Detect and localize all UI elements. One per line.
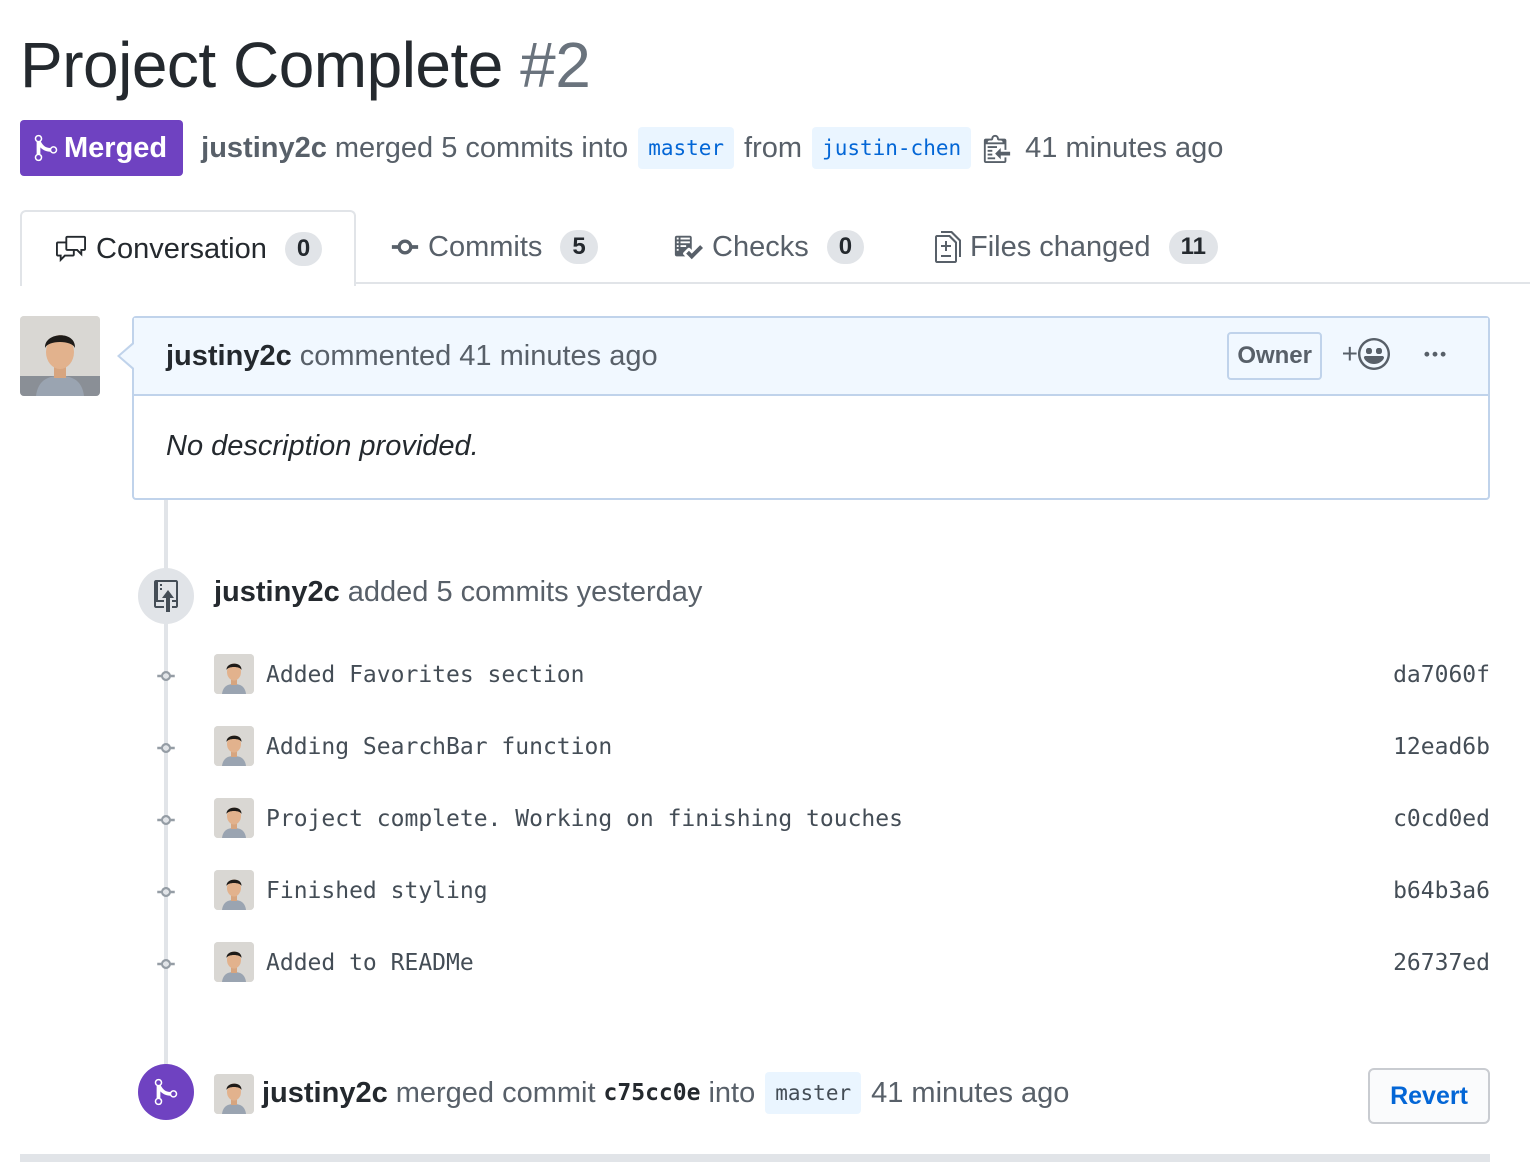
commit-row: Project complete. Working on finishing t… (148, 798, 1490, 842)
tab-commits-count: 5 (560, 229, 598, 265)
merge-author-avatar[interactable] (214, 1074, 254, 1114)
tab-conversation-label: Conversation (96, 232, 267, 265)
owner-badge: Owner (1227, 332, 1322, 380)
tab-files-changed-label: Files changed (970, 230, 1151, 263)
tab-checks[interactable]: Checks 0 (672, 210, 865, 284)
commit-row: Added to READMe 26737ed (148, 942, 1490, 986)
tab-commits[interactable]: Commits 5 (390, 210, 598, 284)
commit-message-link[interactable]: Adding SearchBar function (266, 734, 612, 760)
commit-author-avatar[interactable] (214, 942, 254, 982)
commit-author-avatar[interactable] (214, 798, 254, 838)
merge-event-action: merged commit (395, 1076, 596, 1109)
commit-row: Finished styling b64b3a6 (148, 870, 1490, 914)
reaction-plus: + (1341, 338, 1358, 369)
merge-event-into: into (708, 1076, 756, 1109)
commit-message-link[interactable]: Added to READMe (266, 950, 474, 976)
merge-summary: justiny2c merged 5 commits into master f… (201, 127, 1223, 169)
commit-row: Adding SearchBar function 12ead6b (148, 726, 1490, 770)
commit-message-link[interactable]: Added Favorites section (266, 662, 585, 688)
commit-sha-link[interactable]: b64b3a6 (1393, 878, 1490, 904)
base-branch-ref[interactable]: master (638, 127, 735, 169)
git-commit-icon (157, 743, 175, 753)
git-commit-icon (157, 671, 175, 681)
commits-event-author[interactable]: justiny2c (214, 576, 340, 608)
pr-tabs: Conversation 0 Commits 5 Checks 0 Files … (20, 210, 1530, 286)
tab-commits-label: Commits (428, 230, 543, 263)
commit-message-link[interactable]: Finished styling (266, 878, 488, 904)
tab-conversation-count: 0 (284, 231, 323, 267)
copy-branch-icon[interactable] (983, 133, 1011, 163)
merge-event-author[interactable]: justiny2c (262, 1077, 388, 1110)
commit-sha-link[interactable]: 12ead6b (1393, 734, 1490, 760)
merged-state-badge: Merged (20, 120, 184, 176)
commit-message-link[interactable]: Project complete. Working on finishing t… (266, 806, 903, 832)
comment-discussion-icon (56, 235, 86, 263)
head-branch-ref[interactable]: justin-chen (812, 127, 972, 169)
comment-pointer-fill (120, 344, 134, 368)
merge-event-badge (138, 1064, 194, 1120)
pr-description-comment: justiny2c commented 41 minutes ago Owner… (132, 316, 1490, 500)
timeline-divider (20, 1154, 1490, 1162)
git-commit-icon (157, 815, 175, 825)
commit-sha-link[interactable]: da7060f (1393, 662, 1490, 688)
commit-sha-link[interactable]: 26737ed (1393, 950, 1490, 976)
comment-author-link[interactable]: justiny2c (166, 340, 292, 373)
comment-options-button[interactable] (1420, 342, 1450, 368)
tab-checks-label: Checks (712, 230, 809, 263)
diff-icon (935, 231, 961, 263)
tab-conversation[interactable]: Conversation 0 (20, 210, 357, 286)
tab-files-changed-count: 11 (1168, 229, 1218, 265)
merge-summary-text: merged 5 commits into (334, 131, 629, 164)
commit-author-avatar[interactable] (214, 870, 254, 910)
pr-number: #2 (520, 29, 591, 101)
merge-target-branch[interactable]: master (765, 1072, 862, 1114)
commit-row: Added Favorites section da7060f (148, 654, 1490, 698)
tab-files-changed[interactable]: Files changed 11 (934, 210, 1218, 284)
checklist-icon (674, 235, 703, 260)
smiley-icon (1358, 338, 1390, 370)
revert-button[interactable]: Revert (1368, 1068, 1490, 1124)
commit-author-avatar[interactable] (214, 654, 254, 694)
repo-push-icon (154, 580, 178, 612)
add-reaction-button[interactable]: + (1342, 338, 1390, 370)
comment-body: No description provided. (166, 430, 479, 462)
pr-title: Project Complete #2 (20, 28, 591, 102)
commits-event-text: justiny2c added 5 commits yesterday (214, 576, 702, 609)
pr-title-text: Project Complete (20, 29, 503, 101)
merge-event-time: 41 minutes ago (871, 1076, 1070, 1109)
comment-header: justiny2c commented 41 minutes ago Owner… (134, 318, 1488, 396)
git-commit-icon (157, 959, 175, 969)
git-commit-icon (157, 887, 175, 897)
comment-author-avatar[interactable] (20, 316, 100, 396)
git-merge-icon (34, 134, 58, 162)
pr-author-link[interactable]: justiny2c (201, 132, 327, 165)
commit-author-avatar[interactable] (214, 726, 254, 766)
tab-checks-count: 0 (826, 229, 865, 265)
commit-sha-link[interactable]: c0cd0ed (1393, 806, 1490, 832)
merge-commit-sha[interactable]: c75cc0e (604, 1080, 701, 1106)
git-commit-icon (391, 239, 419, 255)
commits-event-badge (138, 568, 194, 624)
comment-action-text: commented 41 minutes ago (299, 339, 658, 372)
commits-event-description: added 5 commits yesterday (347, 576, 703, 608)
merge-event-text: justiny2c merged commit c75cc0e into mas… (262, 1070, 1069, 1116)
pr-meta: Merged justiny2c merged 5 commits into m… (20, 120, 1223, 176)
kebab-horizontal-icon (1424, 351, 1446, 357)
from-text: from (744, 131, 803, 164)
merged-state-label: Merged (64, 131, 168, 164)
git-merge-icon (154, 1078, 178, 1106)
merge-time: 41 minutes ago (1025, 131, 1224, 164)
